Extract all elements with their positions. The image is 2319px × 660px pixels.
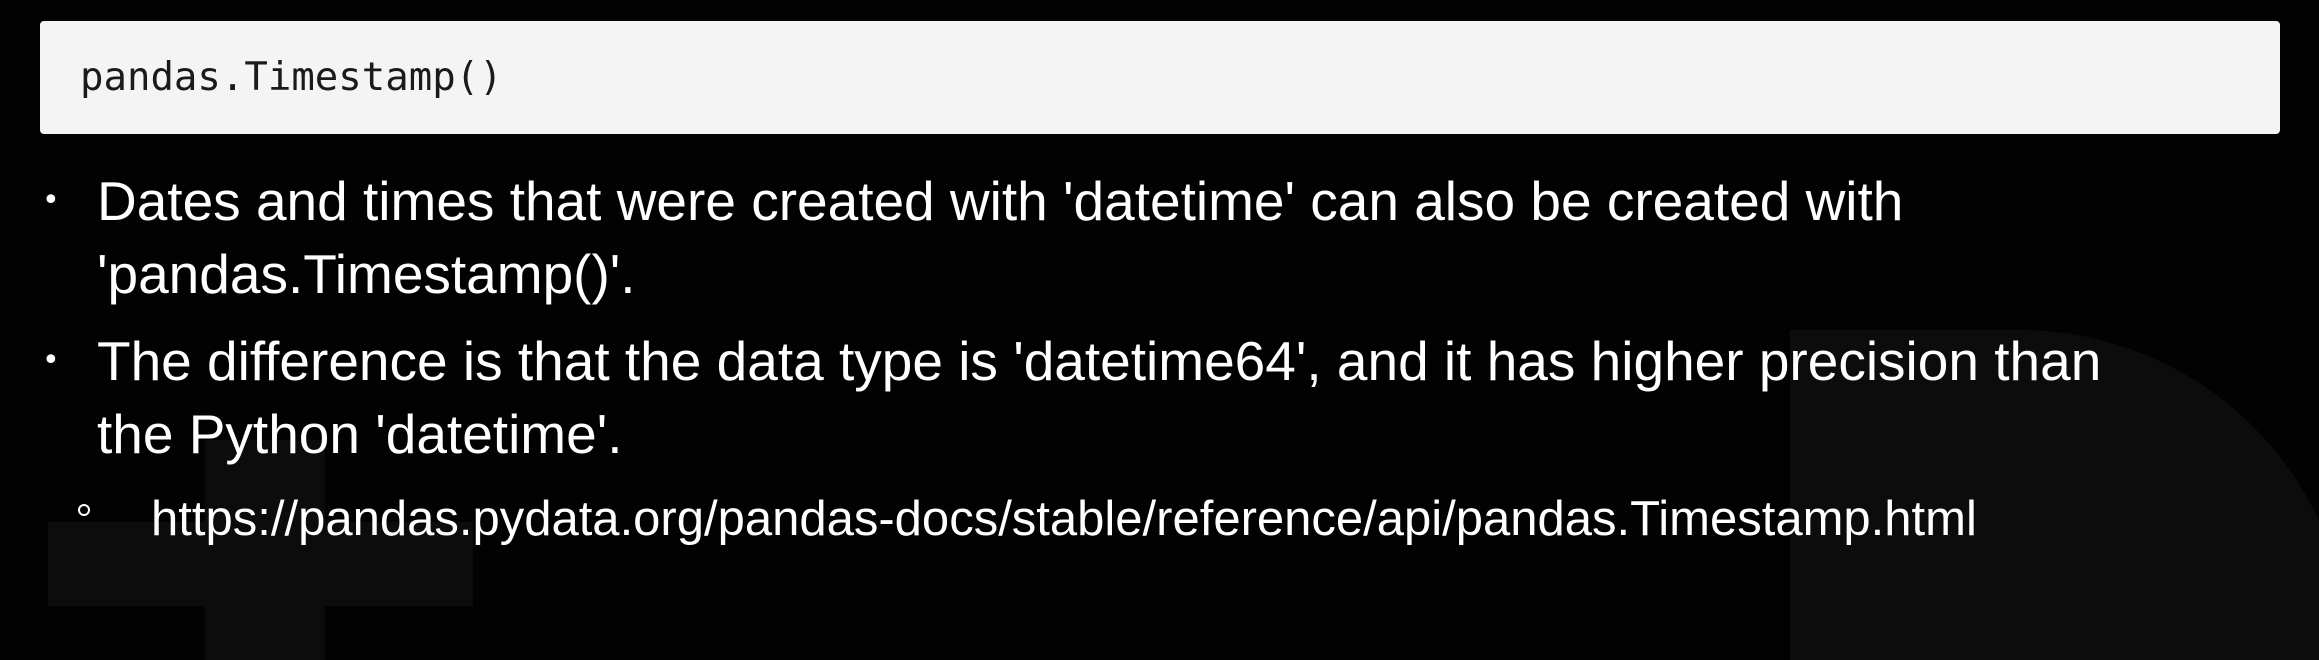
reference-link[interactable]: https://pandas.pydata.org/pandas-docs/st… — [151, 487, 1977, 551]
bullet-1-line-1: Dates and times that were created with '… — [97, 170, 1904, 232]
bullet-marker: • — [42, 343, 60, 378]
sub-bullet-marker — [78, 504, 90, 516]
bullet-marker: • — [42, 183, 60, 218]
code-text: pandas.Timestamp() — [80, 55, 503, 100]
code-block: pandas.Timestamp() — [40, 21, 2280, 134]
bullet-2-line-1: The difference is that the data type is … — [97, 330, 2102, 392]
bullet-1-line-2: 'pandas.Timestamp()'. — [97, 243, 636, 305]
bullet-2-line-2: the Python 'datetime'. — [97, 403, 623, 465]
